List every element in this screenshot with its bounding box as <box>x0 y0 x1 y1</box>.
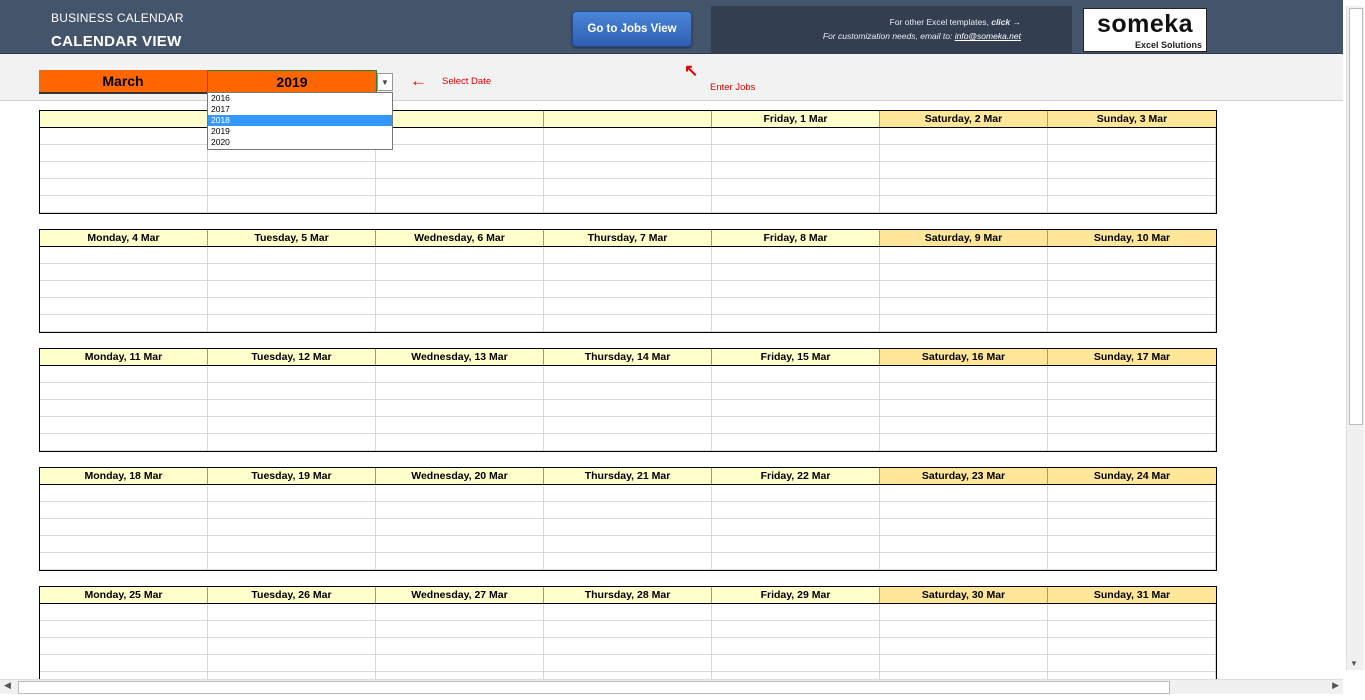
day-header-weekend: Saturday, 23 Mar <box>880 468 1048 484</box>
someka-logo[interactable]: someka Excel Solutions <box>1083 8 1207 52</box>
day-header: Tuesday, 19 Mar <box>208 468 376 484</box>
day-header: Monday, 25 Mar <box>40 587 208 603</box>
day-header: Wednesday, 27 Mar <box>376 587 544 603</box>
day-header: Monday, 11 Mar <box>40 349 208 365</box>
day-header: Friday, 15 Mar <box>712 349 880 365</box>
dropdown-option-highlighted[interactable]: 2018 <box>208 115 392 126</box>
arrow-right-icon: → <box>1012 17 1022 27</box>
day-header-weekend: Sunday, 3 Mar <box>1048 111 1216 127</box>
week-header: Monday, 4 Mar Tuesday, 5 Mar Wednesday, … <box>40 230 1216 247</box>
scroll-left-icon[interactable]: ◀ <box>4 680 11 691</box>
day-header-weekend: Sunday, 24 Mar <box>1048 468 1216 484</box>
dropdown-option[interactable]: 2017 <box>208 104 392 115</box>
day-header <box>40 111 208 127</box>
day-header-weekend: Saturday, 16 Mar <box>880 349 1048 365</box>
horizontal-scroll-thumb[interactable] <box>18 681 1170 694</box>
arrow-up-left-icon: ↖ <box>684 61 699 80</box>
day-header: Thursday, 14 Mar <box>544 349 712 365</box>
day-header: Tuesday, 12 Mar <box>208 349 376 365</box>
day-header: Monday, 4 Mar <box>40 230 208 246</box>
page-title: CALENDAR VIEW <box>51 33 182 50</box>
year-dropdown-list[interactable]: 2016 2017 2018 2019 2020 <box>207 92 393 150</box>
scroll-right-icon[interactable]: ▶ <box>1332 680 1339 691</box>
scroll-down-icon[interactable]: ▼ <box>1350 659 1358 668</box>
week-block: Monday, 11 Mar Tuesday, 12 Mar Wednesday… <box>39 348 1217 452</box>
arrow-left-icon: ← <box>410 71 427 90</box>
day-header <box>544 111 712 127</box>
go-to-jobs-view-button[interactable]: Go to Jobs View <box>572 11 692 47</box>
job-entry-grid[interactable] <box>40 604 1216 689</box>
header-banner: BUSINESS CALENDAR CALENDAR VIEW Go to Jo… <box>0 0 1343 54</box>
dropdown-option[interactable]: 2016 <box>208 93 392 104</box>
day-header <box>376 111 544 127</box>
vertical-scrollbar[interactable]: ▼ <box>1346 6 1364 670</box>
day-header-weekend: Saturday, 9 Mar <box>880 230 1048 246</box>
email-text: For customization needs, email to: <box>822 31 953 41</box>
day-header-weekend: Sunday, 10 Mar <box>1048 230 1216 246</box>
day-header: Tuesday, 5 Mar <box>208 230 376 246</box>
month-cell[interactable]: March <box>39 70 207 94</box>
templates-info: For other Excel templates, click → <box>890 17 1021 27</box>
week-header: Monday, 18 Mar Tuesday, 19 Mar Wednesday… <box>40 468 1216 485</box>
app-subtitle: BUSINESS CALENDAR <box>51 11 184 25</box>
day-header: Thursday, 28 Mar <box>544 587 712 603</box>
info-panel <box>711 6 1072 53</box>
dropdown-option[interactable]: 2019 <box>208 126 392 137</box>
day-header: Wednesday, 6 Mar <box>376 230 544 246</box>
day-header-weekend: Saturday, 2 Mar <box>880 111 1048 127</box>
job-entry-grid[interactable] <box>40 247 1216 332</box>
week-header: Monday, 25 Mar Tuesday, 26 Mar Wednesday… <box>40 587 1216 604</box>
job-entry-grid[interactable] <box>40 366 1216 451</box>
dropdown-option[interactable]: 2020 <box>208 137 392 148</box>
templates-link[interactable]: click <box>991 17 1010 27</box>
day-header-weekend: Saturday, 30 Mar <box>880 587 1048 603</box>
day-header: Thursday, 7 Mar <box>544 230 712 246</box>
templates-text: For other Excel templates, <box>889 17 989 27</box>
year-dropdown-button[interactable]: ▼ <box>377 73 393 91</box>
day-header: Friday, 22 Mar <box>712 468 880 484</box>
horizontal-scrollbar[interactable]: ◀ ▶ <box>0 679 1343 694</box>
day-header: Friday, 1 Mar <box>712 111 880 127</box>
week-block: Monday, 4 Mar Tuesday, 5 Mar Wednesday, … <box>39 229 1217 333</box>
email-info: For customization needs, email to: info@… <box>823 31 1021 41</box>
week-block: Monday, 18 Mar Tuesday, 19 Mar Wednesday… <box>39 467 1217 571</box>
week-header: Monday, 11 Mar Tuesday, 12 Mar Wednesday… <box>40 349 1216 366</box>
day-header-weekend: Sunday, 31 Mar <box>1048 587 1216 603</box>
day-header: Monday, 18 Mar <box>40 468 208 484</box>
day-header: Wednesday, 20 Mar <box>376 468 544 484</box>
select-date-note: Select Date <box>442 76 492 87</box>
week-block: Monday, 25 Mar Tuesday, 26 Mar Wednesday… <box>39 586 1217 690</box>
day-header: Friday, 8 Mar <box>712 230 880 246</box>
day-header-weekend: Sunday, 17 Mar <box>1048 349 1216 365</box>
day-header: Thursday, 21 Mar <box>544 468 712 484</box>
logo-brand: someka <box>1096 10 1194 38</box>
logo-tagline: Excel Solutions <box>1134 40 1202 50</box>
email-link[interactable]: info@someka.net <box>955 31 1021 41</box>
chevron-down-icon: ▼ <box>381 77 389 87</box>
enter-jobs-note: Enter Jobs <box>710 82 756 93</box>
job-entry-grid[interactable] <box>40 485 1216 570</box>
day-header: Wednesday, 13 Mar <box>376 349 544 365</box>
vertical-scroll-thumb[interactable] <box>1349 8 1363 425</box>
day-header: Tuesday, 26 Mar <box>208 587 376 603</box>
day-header: Friday, 29 Mar <box>712 587 880 603</box>
